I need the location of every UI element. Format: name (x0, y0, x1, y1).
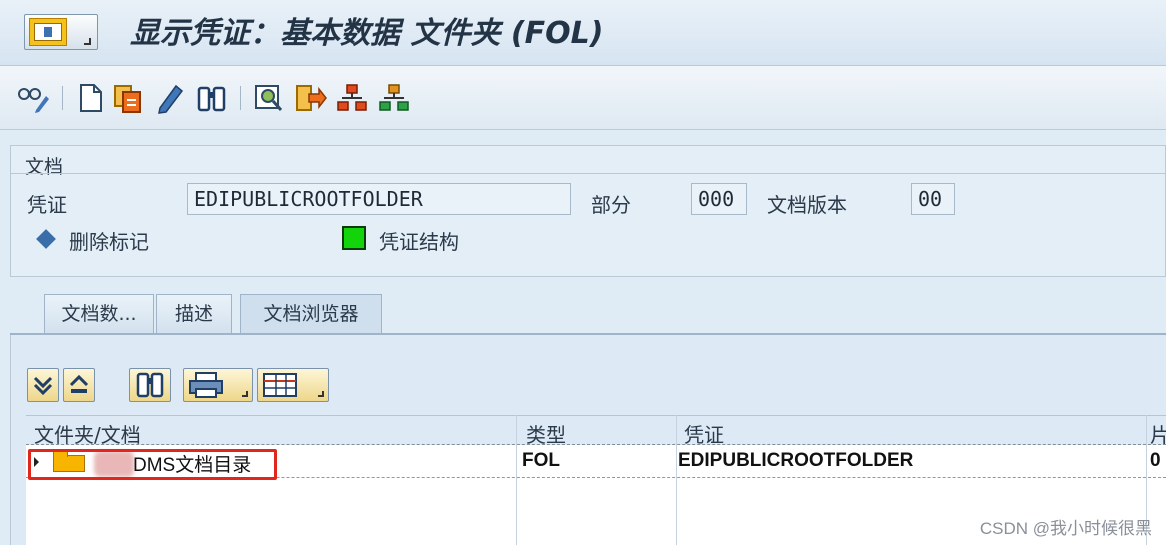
deletion-flag-label: 删除标记 (69, 230, 149, 254)
structure-green-icon[interactable] (378, 82, 409, 114)
window-title: 显示凭证：基本数据 文件夹 (FOL) (130, 16, 604, 51)
column-header-document[interactable]: 凭证 (684, 419, 724, 448)
application-toolbar (0, 66, 1166, 130)
deletion-flag-icon (36, 229, 56, 249)
status-green-icon (342, 226, 366, 250)
layout-button[interactable] (257, 368, 329, 402)
column-header-type[interactable]: 类型 (526, 419, 566, 448)
chevron-down-icon (242, 391, 248, 397)
version-field[interactable]: 00 (911, 183, 955, 215)
print-button[interactable] (183, 368, 253, 402)
highlight-annotation (28, 449, 277, 480)
grid-layout-icon (263, 373, 297, 397)
pencil-icon[interactable] (154, 82, 184, 114)
system-menu-button[interactable] (24, 14, 98, 50)
expand-all-icon (33, 376, 53, 396)
new-document-icon[interactable] (76, 82, 106, 114)
binoculars-icon (136, 372, 164, 398)
glasses-pencil-icon[interactable] (16, 82, 49, 114)
column-divider (516, 415, 517, 545)
sap-logo-icon (29, 18, 67, 46)
column-divider (676, 415, 677, 545)
document-header-group: 文档 凭证 EDIPUBLICROOTFOLDER 部分 000 文档版本 00… (10, 145, 1166, 277)
document-field[interactable]: EDIPUBLICROOTFOLDER (187, 183, 571, 215)
table-row[interactable]: DMS文档目录 FOL EDIPUBLICROOTFOLDER 0 (26, 446, 1166, 480)
toolbar-separator (62, 86, 63, 110)
document-label: 凭证 (27, 193, 67, 217)
title-bar: 显示凭证：基本数据 文件夹 (FOL) (0, 0, 1166, 66)
part-field[interactable]: 000 (691, 183, 747, 215)
toolbar-separator (240, 86, 241, 110)
printer-icon (189, 372, 223, 398)
row-type: FOL (522, 450, 560, 471)
row-document: EDIPUBLICROOTFOLDER (678, 450, 914, 471)
table-header: 文件夹/文档 类型 凭证 片 (26, 415, 1166, 448)
tab-document-data[interactable]: 文档数... (44, 294, 154, 334)
tab-description[interactable]: 描述 (156, 294, 232, 334)
column-header-extra[interactable]: 片 (1150, 419, 1166, 448)
collapse-all-icon (69, 374, 89, 393)
chevron-down-icon (84, 38, 91, 45)
copy-document-icon[interactable] (112, 82, 142, 114)
part-label: 部分 (591, 193, 631, 217)
watermark-text: CSDN @我小时候很黑 (979, 519, 1152, 538)
find-button[interactable] (129, 368, 171, 402)
tab-document-browser[interactable]: 文档浏览器 (240, 294, 382, 334)
transfer-icon[interactable] (293, 82, 327, 114)
column-header-folder-document[interactable]: 文件夹/文档 (34, 419, 141, 448)
row-extra: 0 (1150, 450, 1161, 471)
group-title: 文档 (25, 156, 64, 178)
chevron-down-icon (318, 391, 324, 397)
document-structure-link[interactable]: 凭证结构 (379, 226, 459, 255)
structure-red-icon[interactable] (336, 82, 367, 114)
divider (11, 173, 1165, 174)
collapse-all-button[interactable] (63, 368, 95, 402)
version-label: 文档版本 (767, 193, 847, 217)
binoculars-icon[interactable] (196, 82, 226, 114)
expand-all-button[interactable] (27, 368, 59, 402)
magnifier-icon[interactable] (254, 82, 284, 114)
